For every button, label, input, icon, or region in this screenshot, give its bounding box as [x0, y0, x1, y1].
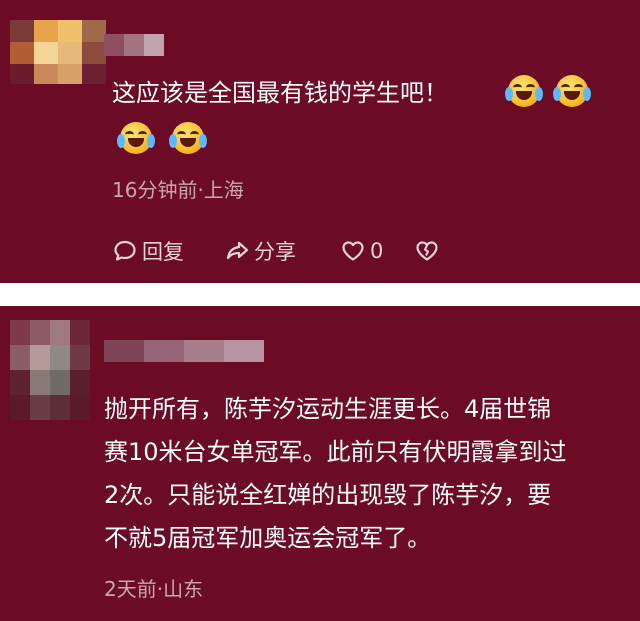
like-button[interactable]: 0 — [340, 236, 383, 266]
reply-label: 回复 — [142, 240, 184, 264]
crying-laughing-emoji — [117, 122, 155, 154]
comment-meta: 2天前·山东 — [104, 577, 204, 601]
crying-laughing-emoji — [169, 122, 207, 154]
crying-laughing-emoji — [553, 75, 591, 107]
username-blurred[interactable] — [104, 340, 264, 362]
comment-text: 这应该是全国最有钱的学生吧！ — [112, 78, 448, 108]
broken-heart-icon — [416, 241, 438, 261]
share-arrow-icon — [226, 241, 249, 260]
avatar[interactable] — [10, 320, 90, 420]
comment-text-line: 赛10米台女单冠军。此前只有伏明霞拿到过 — [104, 438, 567, 466]
reply-button[interactable]: 回复 — [112, 236, 184, 266]
comment-card: 这应该是全国最有钱的学生吧！ 16分钟前·上海 回复 分享 0 — [0, 0, 640, 283]
comment-text: 抛开所有，陈芋汐运动生涯更长。4届世锦 赛10米台女单冠军。此前只有伏明霞拿到过… — [104, 388, 624, 560]
dislike-button[interactable] — [414, 236, 444, 266]
comment-bubble-icon — [114, 240, 136, 261]
heart-icon — [342, 241, 364, 261]
avatar[interactable] — [10, 20, 106, 84]
comment-text-line: 这应该是全国最有钱的学生吧！ — [112, 79, 448, 107]
like-count: 0 — [370, 239, 384, 263]
comment-text-line: 不就5届冠军加奥运会冠军了。 — [104, 524, 432, 552]
username-blurred[interactable] — [104, 34, 164, 56]
comment-text-line: 抛开所有，陈芋汐运动生涯更长。4届世锦 — [104, 395, 552, 423]
comment-meta: 16分钟前·上海 — [112, 178, 244, 202]
share-label: 分享 — [254, 240, 296, 264]
comment-actions: 回复 分享 0 — [112, 236, 632, 266]
comment-text-line: 2次。只能说全红婵的出现毁了陈芋汐，要 — [104, 481, 552, 509]
crying-laughing-emoji — [505, 75, 543, 107]
share-button[interactable]: 分享 — [224, 236, 296, 266]
